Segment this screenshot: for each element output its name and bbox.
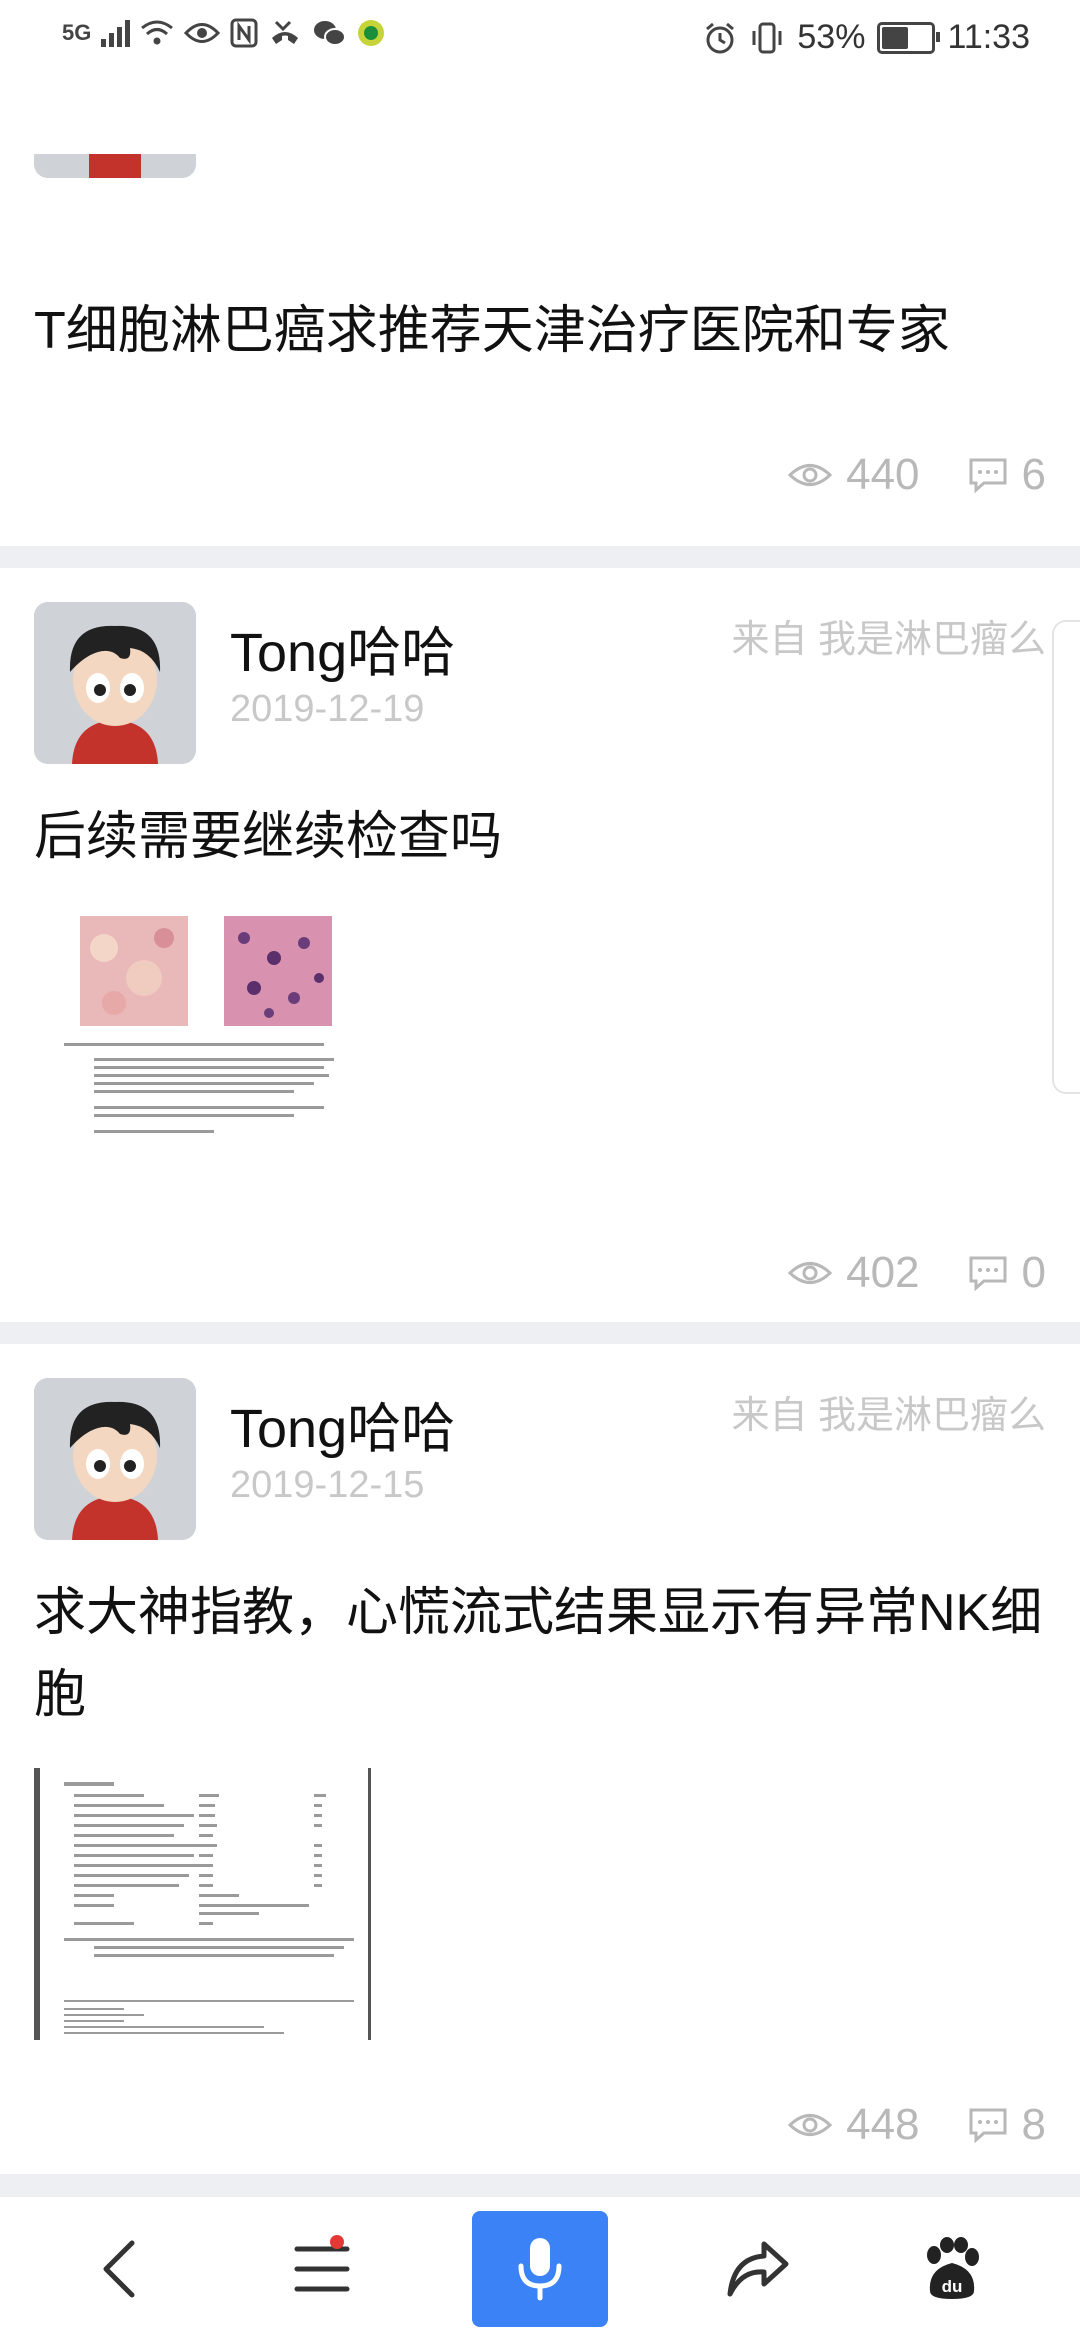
divider [0, 546, 1080, 568]
post-card[interactable]: Tong哈哈 2019-12-19 来自 我是淋巴瘤么 后续需要继续检查吗 40… [0, 568, 1080, 1322]
comment-icon [969, 2108, 1007, 2143]
nfc-icon [230, 18, 258, 48]
clock: 11:33 [947, 18, 1030, 56]
share-icon [727, 2241, 789, 2297]
post-title[interactable]: 求大神指教，心慌流式结果显示有异常NK细胞 [34, 1572, 1046, 1736]
status-bar: 5G 53% 11:33 [0, 0, 1080, 80]
post-image[interactable] [34, 1768, 374, 2040]
svg-text:du: du [942, 2277, 963, 2296]
post-date: 2019-12-15 [230, 1464, 425, 1506]
author-name[interactable]: Tong哈哈 [230, 1384, 455, 1463]
back-icon [103, 2240, 135, 2298]
author-name[interactable]: Tong哈哈 [230, 608, 455, 687]
status-icons-left: 5G [62, 18, 386, 48]
battery-percent: 53% [797, 18, 866, 56]
view-count: 448 [846, 2100, 920, 2149]
microphone-icon [518, 2238, 562, 2301]
comment-icon [969, 1256, 1007, 1291]
avatar[interactable] [34, 154, 196, 178]
view-count: 440 [846, 450, 920, 499]
comment-icon [969, 458, 1007, 493]
wechat-icon [314, 21, 347, 46]
menu-button[interactable] [262, 2197, 382, 2341]
network-type: 5G [62, 20, 92, 45]
views-eye-icon [788, 464, 833, 486]
post-card[interactable]: Tong哈哈 2019-12-15 来自 我是淋巴瘤么 求大神指教，心慌流式结果… [0, 1344, 1080, 2174]
divider [0, 2174, 1080, 2196]
battery-level [882, 26, 908, 49]
post-image[interactable] [34, 908, 354, 1238]
flow-cytometry-report-image [34, 1768, 374, 2040]
post-source[interactable]: 来自 我是淋巴瘤么 [731, 1384, 1046, 1439]
alarm-icon [706, 22, 735, 53]
baidu-paw-icon: du [927, 2237, 979, 2299]
baidu-home-button[interactable]: du [892, 2197, 1012, 2341]
eye-icon [184, 23, 221, 43]
voice-search-button[interactable] [472, 2211, 608, 2327]
battery-icon [877, 21, 941, 54]
comment-count: 6 [1021, 450, 1046, 499]
bottom-navigation-bar: du [0, 2196, 1080, 2341]
comment-count: 8 [1021, 2100, 1046, 2149]
view-count: 402 [846, 1248, 920, 1297]
app-notification-icon [358, 20, 385, 46]
post-title[interactable]: T细胞淋巴癌求推荐天津治疗医院和专家 [34, 290, 1046, 372]
vibrate-icon [752, 22, 782, 53]
wifi-icon [141, 20, 174, 45]
views-eye-icon [788, 1262, 833, 1284]
notification-dot [330, 2235, 344, 2249]
share-button[interactable] [698, 2197, 818, 2341]
comment-count: 0 [1021, 1248, 1046, 1297]
views-eye-icon [788, 2114, 833, 2136]
status-icons-right: 53% 11:33 [703, 18, 1030, 57]
post-date: 2019-12-19 [230, 688, 425, 730]
side-scroll-handle[interactable] [1052, 620, 1080, 1094]
post-stats: 440 6 [788, 450, 1046, 500]
avatar[interactable] [34, 1378, 196, 1540]
post-card[interactable]: T细胞淋巴癌求推荐天津治疗医院和专家 440 6 [0, 80, 1080, 546]
missed-call-icon [272, 20, 299, 44]
post-stats: 402 0 [788, 1248, 1046, 1298]
post-source[interactable]: 来自 我是淋巴瘤么 [731, 608, 1046, 663]
menu-icon [294, 2246, 350, 2292]
signal-icon [101, 19, 131, 47]
back-button[interactable] [60, 2197, 180, 2341]
post-stats: 448 8 [788, 2100, 1046, 2150]
avatar[interactable] [34, 602, 196, 764]
post-title[interactable]: 后续需要继续检查吗 [34, 796, 1046, 878]
pathology-report-image [34, 908, 354, 1148]
divider [0, 1322, 1080, 1344]
